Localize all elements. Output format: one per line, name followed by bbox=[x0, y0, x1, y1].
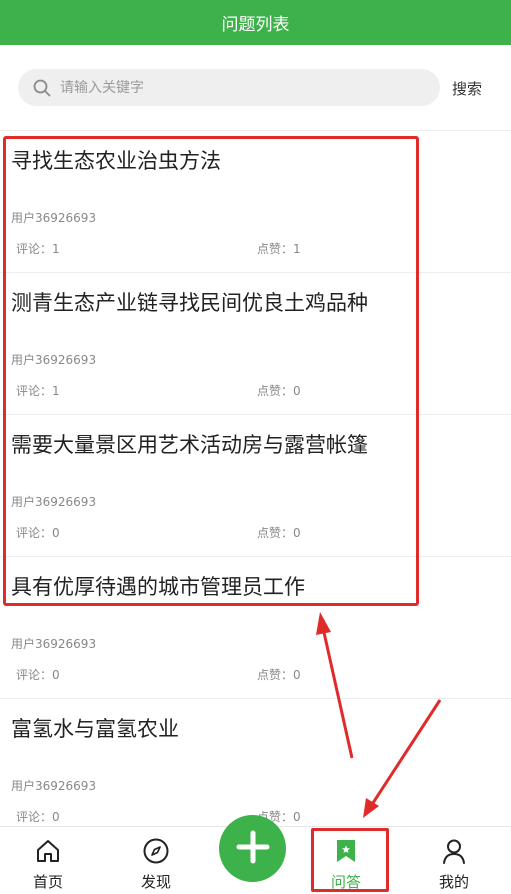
question-title[interactable]: 寻找生态农业治虫方法 bbox=[11, 145, 221, 175]
bookmark-star-icon bbox=[331, 836, 361, 866]
search-icon bbox=[32, 78, 52, 98]
tab-mine[interactable]: 我的 bbox=[414, 827, 494, 894]
tab-label: 首页 bbox=[32, 873, 63, 891]
search-input[interactable] bbox=[60, 79, 440, 96]
question-item[interactable]: 测青生态产业链寻找民间优良土鸡品种 用户36926693 评论：1 点赞：0 bbox=[0, 273, 511, 415]
question-title[interactable]: 具有优厚待遇的城市管理员工作 bbox=[11, 571, 305, 601]
question-author: 用户36926693 bbox=[11, 779, 97, 793]
tab-discover[interactable]: 发现 bbox=[116, 827, 196, 894]
tab-label: 问答 bbox=[330, 873, 361, 891]
question-list: 寻找生态农业治虫方法 用户36926693 评论：1 点赞：1 测青生态产业链寻… bbox=[0, 131, 511, 841]
page-title: 问题列表 bbox=[221, 15, 290, 35]
question-item[interactable]: 具有优厚待遇的城市管理员工作 用户36926693 评论：0 点赞：0 bbox=[0, 557, 511, 699]
search-row: 搜索 bbox=[0, 45, 511, 131]
question-author: 用户36926693 bbox=[11, 637, 97, 651]
like-count: 点赞：0 bbox=[257, 384, 301, 398]
search-button[interactable]: 搜索 bbox=[452, 78, 482, 99]
comment-count: 评论：0 bbox=[16, 810, 60, 824]
question-author: 用户36926693 bbox=[11, 495, 97, 509]
question-author: 用户36926693 bbox=[11, 211, 97, 225]
search-box[interactable] bbox=[18, 69, 440, 106]
question-title[interactable]: 需要大量景区用艺术活动房与露营帐篷 bbox=[11, 429, 368, 459]
compass-icon bbox=[141, 836, 171, 866]
question-item[interactable]: 寻找生态农业治虫方法 用户36926693 评论：1 点赞：1 bbox=[0, 131, 511, 273]
tab-home[interactable]: 首页 bbox=[8, 827, 88, 894]
comment-count: 评论：0 bbox=[16, 526, 60, 540]
add-question-button[interactable] bbox=[219, 815, 286, 882]
comment-count: 评论：0 bbox=[16, 668, 60, 682]
tab-label: 发现 bbox=[140, 873, 171, 891]
tab-label: 我的 bbox=[438, 873, 469, 891]
comment-count: 评论：1 bbox=[16, 242, 60, 256]
question-title[interactable]: 富氢水与富氢农业 bbox=[11, 713, 179, 743]
tab-qa[interactable]: 问答 bbox=[306, 827, 386, 894]
home-icon bbox=[33, 836, 63, 866]
person-icon bbox=[439, 836, 469, 866]
question-author: 用户36926693 bbox=[11, 353, 97, 367]
question-item[interactable]: 需要大量景区用艺术活动房与露营帐篷 用户36926693 评论：0 点赞：0 bbox=[0, 415, 511, 557]
header-bar: 问题列表 bbox=[0, 0, 511, 45]
question-title[interactable]: 测青生态产业链寻找民间优良土鸡品种 bbox=[11, 287, 368, 317]
comment-count: 评论：1 bbox=[16, 384, 60, 398]
like-count: 点赞：0 bbox=[257, 668, 301, 682]
like-count: 点赞：1 bbox=[257, 242, 301, 256]
plus-icon bbox=[235, 829, 271, 869]
like-count: 点赞：0 bbox=[257, 526, 301, 540]
